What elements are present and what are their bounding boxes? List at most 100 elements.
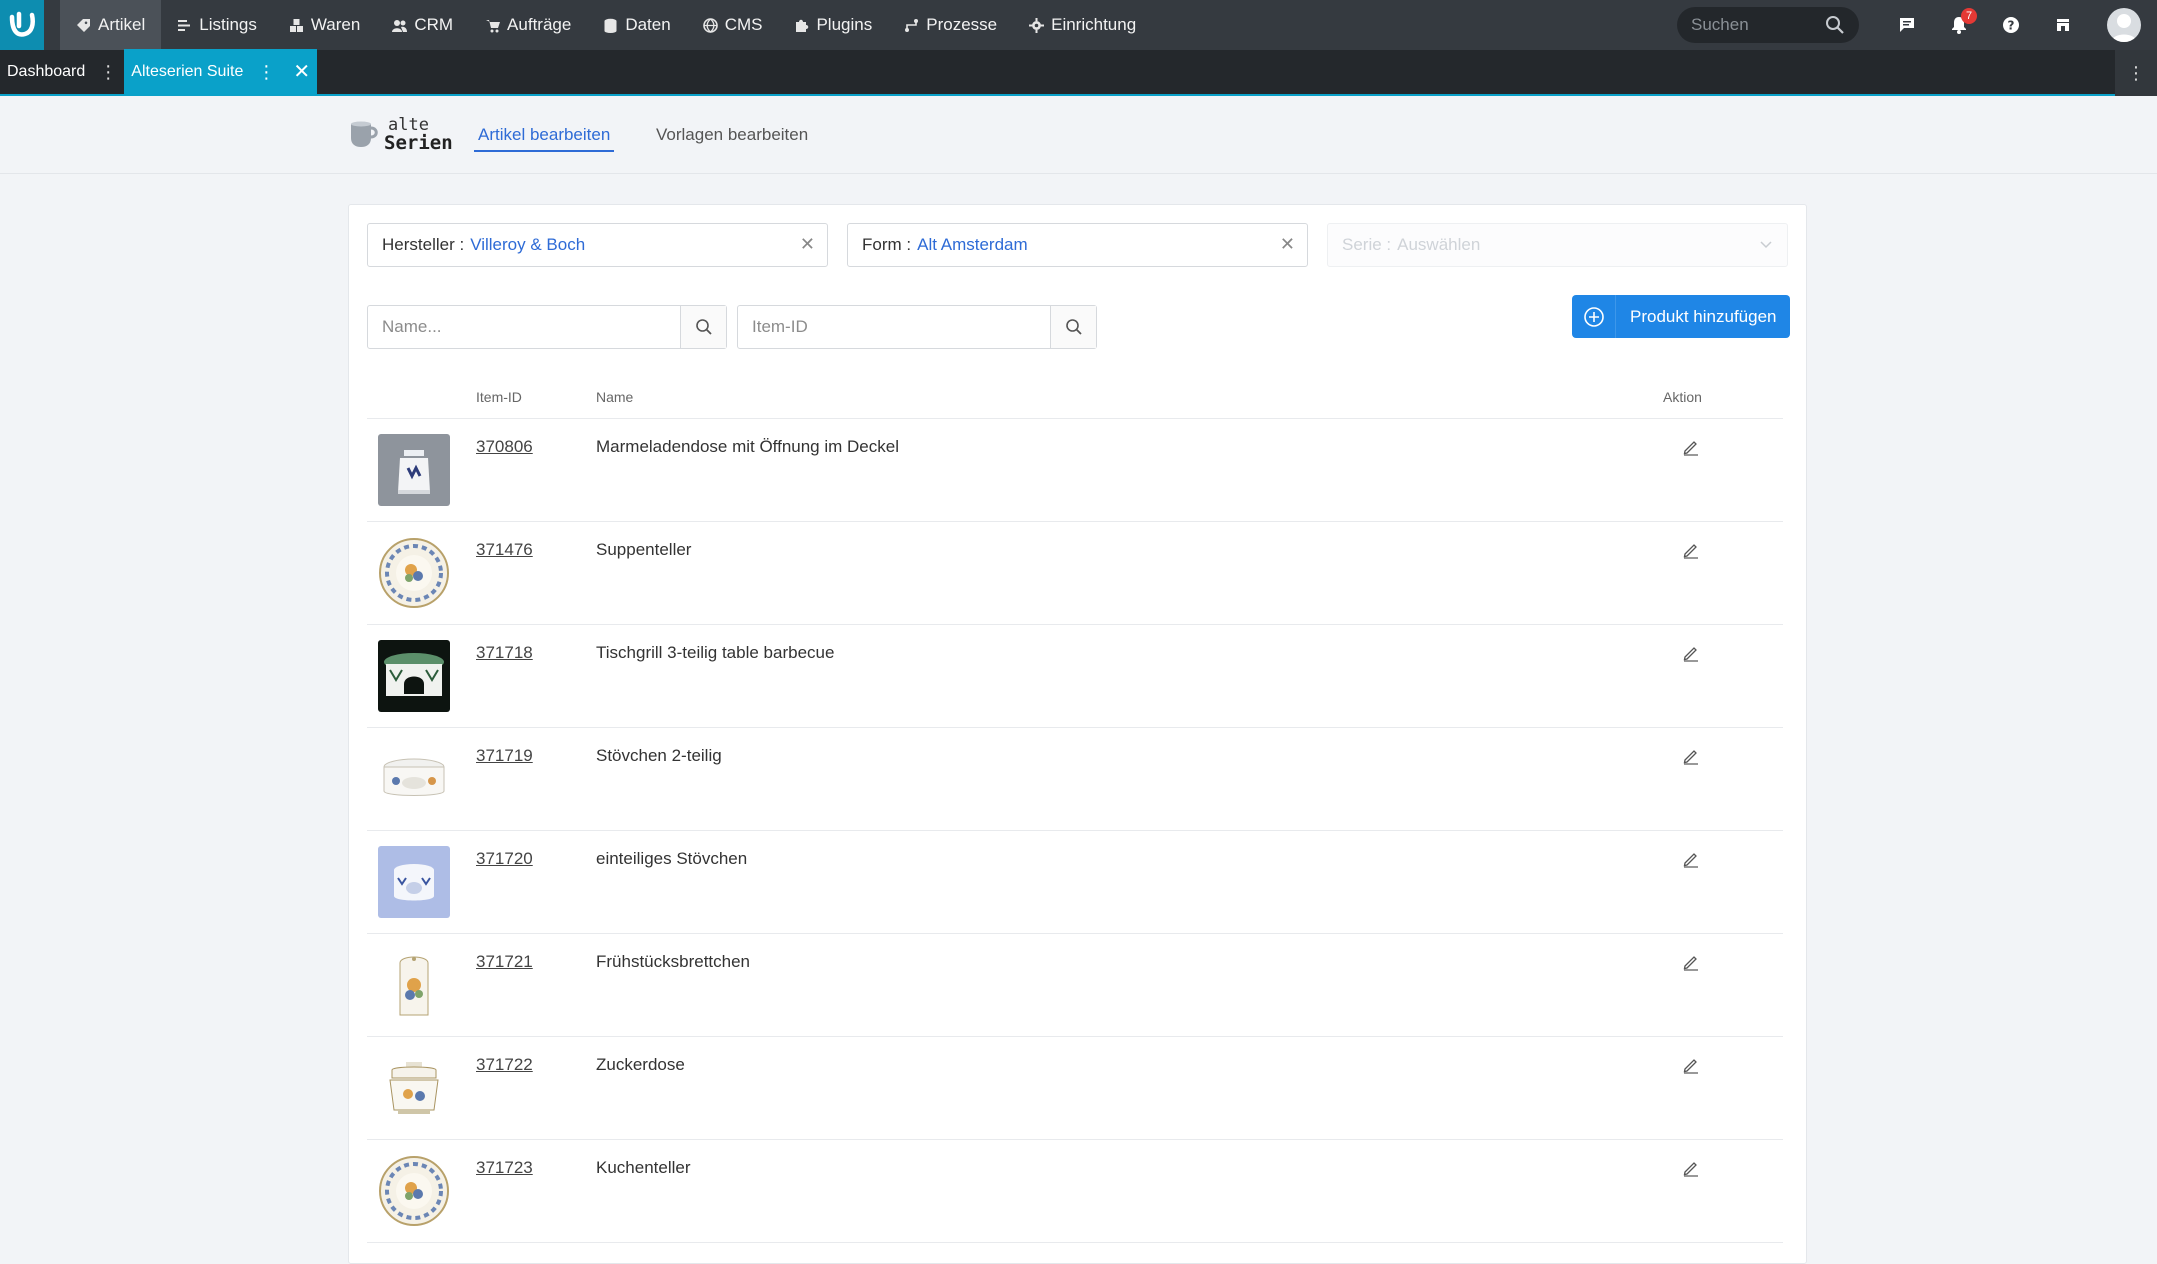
main-menu: Artikel Listings Waren CRM Aufträge Daten CMS P… (60, 0, 1152, 50)
nav-item-label: Waren (310, 15, 361, 34)
product-thumbnail[interactable] (378, 743, 450, 815)
edit-pencil-icon (1683, 956, 1698, 971)
item-name: Suppenteller (596, 540, 692, 559)
name-search-field[interactable]: Name... (367, 305, 727, 349)
product-thumbnail[interactable] (378, 537, 450, 609)
name-search-input[interactable]: Name... (368, 317, 680, 337)
svg-text:?: ? (2008, 19, 2015, 33)
table-row: 371720 einteiliges Stövchen (367, 831, 1783, 934)
nav-item-crm[interactable]: CRM (376, 0, 469, 50)
manufacturer-label: Hersteller : (382, 235, 465, 254)
workspace-tabbar: Dashboard ⋮ Alteserien Suite ⋮ ✕ ⋮ (0, 49, 2157, 96)
clear-form-icon[interactable]: ✕ (1280, 234, 1295, 255)
nav-right-tools: Suchen 7 ? (1677, 0, 2157, 50)
search-icon (695, 319, 712, 335)
nav-item-label: Plugins (816, 15, 873, 34)
item-name: einteiliges Stövchen (596, 849, 748, 868)
nav-item-einrichtung[interactable]: Einrichtung (1013, 0, 1152, 50)
help-button[interactable]: ? (1985, 0, 2037, 50)
nav-item-plugins[interactable]: Plugins (778, 0, 888, 50)
user-avatar[interactable] (2107, 8, 2141, 42)
product-thumbnail[interactable] (378, 640, 450, 712)
shop-button[interactable] (2037, 0, 2089, 50)
edit-pencil-icon (1683, 441, 1698, 456)
nav-item-artikel[interactable]: Artikel (60, 0, 162, 50)
item-id-link[interactable]: 371722 (476, 1055, 533, 1075)
top-navigation: Artikel Listings Waren CRM Aufträge Daten CMS P… (0, 0, 2157, 50)
form-filter[interactable]: Form : Alt Amsterdam ✕ (847, 223, 1308, 267)
item-id-search-field[interactable]: Item-ID (737, 305, 1097, 349)
item-name: Zuckerdose (596, 1055, 685, 1074)
add-product-button[interactable]: Produkt hinzufügen (1572, 295, 1790, 338)
item-id-link[interactable]: 371719 (476, 746, 533, 766)
messages-button[interactable] (1881, 0, 1933, 50)
edit-button[interactable] (1681, 1158, 1701, 1178)
item-id-search-input[interactable]: Item-ID (738, 317, 1050, 337)
nav-item-label: Artikel (98, 15, 146, 34)
item-name: Frühstücksbrettchen (596, 952, 751, 971)
puzzle-icon (796, 19, 809, 32)
alte-serien-logo: alte Serien (348, 117, 453, 153)
nav-item-daten[interactable]: Daten (587, 0, 686, 50)
nav-item-waren[interactable]: Waren (273, 0, 376, 50)
item-id-link[interactable]: 371720 (476, 849, 533, 869)
product-thumbnail[interactable] (378, 1155, 450, 1227)
edit-pencil-icon (1683, 1059, 1698, 1074)
item-id-link[interactable]: 371723 (476, 1158, 533, 1178)
edit-button[interactable] (1681, 540, 1701, 560)
clear-manufacturer-icon[interactable]: ✕ (800, 234, 815, 255)
nav-item-prozesse[interactable]: Prozesse (888, 0, 1013, 50)
manufacturer-value: Villeroy & Boch (470, 235, 586, 254)
notifications-button[interactable]: 7 (1933, 0, 1985, 50)
tab-close-icon[interactable]: ✕ (293, 62, 310, 82)
help-icon: ? (2003, 17, 2019, 33)
tab-alteserien-suite[interactable]: Alteserien Suite ⋮ ✕ (124, 49, 318, 95)
search-placeholder: Suchen (1691, 15, 1749, 34)
nav-item-auftrge[interactable]: Aufträge (469, 0, 587, 50)
tab-label: Dashboard (7, 63, 86, 80)
edit-button[interactable] (1681, 746, 1701, 766)
header-name: Name (596, 389, 634, 405)
product-thumbnail[interactable] (378, 846, 450, 918)
plugin-header: alte Serien Artikel bearbeiten Vorlagen … (0, 97, 2157, 174)
product-thumbnail[interactable] (378, 949, 450, 1021)
series-select[interactable]: Serie : Auswählen (1327, 223, 1788, 267)
edit-button[interactable] (1681, 952, 1701, 972)
global-search-input[interactable]: Suchen (1677, 7, 1859, 43)
gear-icon (1029, 17, 1045, 33)
table-row: 371476 Suppenteller (367, 522, 1783, 625)
tab-edit-articles[interactable]: Artikel bearbeiten (474, 125, 615, 152)
plus-circle-icon (1583, 306, 1604, 327)
item-id-link[interactable]: 371718 (476, 643, 533, 663)
item-name: Marmeladendose mit Öffnung im Deckel (596, 437, 899, 456)
nav-item-listings[interactable]: Listings (161, 0, 273, 50)
edit-button[interactable] (1681, 643, 1701, 663)
tab-menu-icon[interactable]: ⋮ (99, 62, 117, 83)
globe-icon (702, 17, 718, 33)
tabbar-menu-icon[interactable]: ⋮ (2115, 50, 2157, 96)
series-placeholder: Auswählen (1397, 235, 1481, 254)
item-id-search-button[interactable] (1050, 306, 1096, 348)
database-icon (604, 18, 617, 33)
tab-dashboard[interactable]: Dashboard ⋮ (0, 49, 124, 95)
item-id-link[interactable]: 371721 (476, 952, 533, 972)
item-id-link[interactable]: 370806 (476, 437, 533, 457)
manufacturer-filter[interactable]: Hersteller : Villeroy & Boch ✕ (367, 223, 828, 267)
nav-item-cms[interactable]: CMS (687, 0, 779, 50)
tab-menu-icon[interactable]: ⋮ (257, 62, 275, 83)
tab-edit-templates[interactable]: Vorlagen bearbeiten (652, 125, 812, 150)
nav-item-label: Einrichtung (1051, 15, 1137, 34)
edit-button[interactable] (1681, 849, 1701, 869)
item-id-link[interactable]: 371476 (476, 540, 533, 560)
item-name: Kuchenteller (596, 1158, 691, 1177)
app-logo[interactable] (0, 0, 44, 50)
tab-label: Alteserien Suite (131, 63, 244, 80)
nav-item-label: Daten (625, 15, 671, 34)
table-row: 371718 Tischgrill 3-teilig table barbecue (367, 625, 1783, 728)
name-search-button[interactable] (680, 306, 726, 348)
edit-button[interactable] (1681, 437, 1701, 457)
product-thumbnail[interactable] (378, 1052, 450, 1124)
cup-icon (351, 121, 378, 147)
product-thumbnail[interactable] (378, 434, 450, 506)
edit-button[interactable] (1681, 1055, 1701, 1075)
